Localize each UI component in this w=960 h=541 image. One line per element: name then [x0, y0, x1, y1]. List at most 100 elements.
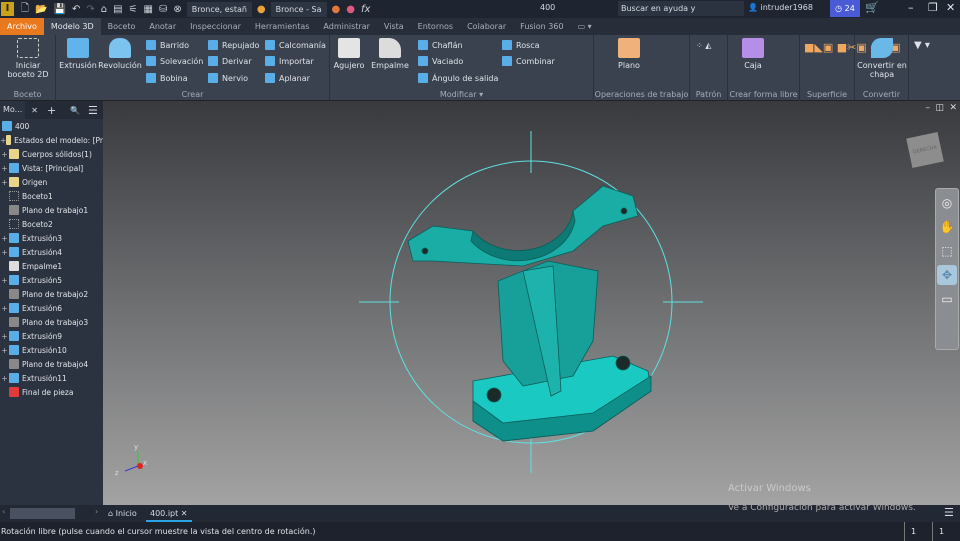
fx-button[interactable]: fx — [361, 4, 370, 15]
pattern-icons[interactable]: ⁘ ◭ — [696, 41, 711, 50]
draft-button[interactable]: Ángulo de salida — [418, 73, 498, 83]
shell-button[interactable]: Vaciado — [418, 56, 463, 66]
tree-item[interactable]: + Cuerpos sólidos(1) — [0, 147, 103, 161]
tree-item[interactable]: Plano de trabajo1 — [0, 203, 103, 217]
tab-home[interactable]: ⌂ Inicio — [108, 509, 137, 518]
convert-sheet-metal-button[interactable]: Convertir en chapa — [855, 38, 909, 79]
tab-modelo-3d[interactable]: Modelo 3D — [43, 18, 101, 35]
tree-item[interactable]: + Estados del modelo: [Pr — [0, 133, 103, 147]
measure-icon[interactable]: ⚟ — [129, 4, 138, 15]
fillet-button[interactable]: Empalme — [370, 38, 410, 70]
close-browser-icon[interactable]: ✕ — [31, 106, 38, 115]
box-button[interactable]: Caja — [738, 38, 768, 70]
expand-icon[interactable]: + — [0, 276, 9, 285]
tab-entornos[interactable]: Entornos — [411, 18, 460, 35]
open-icon[interactable]: 📂 — [35, 4, 47, 15]
tab-administrar[interactable]: Administrar — [316, 18, 377, 35]
unwrap-button[interactable]: Aplanar — [265, 73, 310, 83]
expand-icon[interactable]: + — [0, 234, 9, 243]
expand-icon[interactable]: + — [0, 178, 9, 187]
emboss-button[interactable]: Repujado — [208, 40, 259, 50]
tree-item[interactable]: Boceto1 — [0, 189, 103, 203]
tab-vista[interactable]: Vista — [377, 18, 411, 35]
tree-item[interactable]: Boceto2 — [0, 217, 103, 231]
tree-item[interactable]: + Extrusión9 — [0, 329, 103, 343]
close-tab-icon[interactable]: ✕ — [181, 509, 188, 518]
tab-inspeccionar[interactable]: Inspeccionar — [183, 18, 248, 35]
material-ball-icon[interactable]: ⊗ — [173, 4, 181, 15]
redo-icon[interactable]: ↷ — [86, 4, 94, 15]
hole-button[interactable]: Agujero — [332, 38, 366, 70]
save-icon[interactable]: 💾 — [54, 4, 66, 15]
tree-item[interactable]: + Extrusión3 — [0, 231, 103, 245]
help-search-input[interactable]: Buscar en ayuda y comandos... — [618, 1, 744, 28]
app-logo[interactable]: I — [1, 2, 14, 16]
tab-herramientas[interactable]: Herramientas — [248, 18, 317, 35]
revolve-button[interactable]: Revolución — [98, 38, 142, 70]
tab-anotar[interactable]: Anotar — [142, 18, 183, 35]
minimize-button[interactable]: – — [908, 1, 914, 14]
restore-button[interactable]: ❐ — [928, 1, 938, 14]
tree-item[interactable]: Plano de trabajo2 — [0, 287, 103, 301]
select-icon[interactable]: ▦ — [144, 4, 153, 15]
scroll-left-icon[interactable]: ‹ — [2, 507, 5, 516]
combine-button[interactable]: Combinar — [502, 56, 555, 66]
tree-item[interactable]: Plano de trabajo3 — [0, 315, 103, 329]
update-icon[interactable]: ▤ — [113, 4, 122, 15]
home-icon[interactable]: ⌂ — [101, 4, 107, 15]
expand-icon[interactable]: + — [0, 374, 9, 383]
extrude-button[interactable]: Extrusión — [59, 38, 97, 70]
expand-icon[interactable]: + — [0, 248, 9, 257]
expand-icon[interactable]: + — [0, 164, 9, 173]
undo-icon[interactable]: ↶ — [72, 4, 80, 15]
menu-icon[interactable]: ☰ — [88, 104, 98, 117]
tree-root[interactable]: 400 — [0, 119, 103, 133]
tab-document[interactable]: 400.ipt ✕ — [146, 505, 192, 522]
close-button[interactable]: ✕ — [946, 1, 955, 14]
start-sketch-button[interactable]: Iniciar boceto 2D — [6, 38, 50, 79]
expand-icon[interactable]: + — [0, 150, 9, 159]
decal-button[interactable]: Calcomanía — [265, 40, 326, 50]
sweep-button[interactable]: Barrido — [146, 40, 189, 50]
tab-overflow-icon[interactable]: ▭ ▾ — [571, 18, 599, 35]
scroll-right-icon[interactable]: › — [95, 507, 98, 516]
adjust-appearance-icon[interactable]: ● — [332, 4, 341, 15]
panel-label[interactable]: Modificar ▾ — [330, 90, 593, 99]
expand-icon[interactable]: + — [0, 304, 9, 313]
parameters-icon[interactable]: ⛁ — [159, 4, 167, 15]
search-icon[interactable]: 🔍 — [70, 106, 80, 115]
tab-fusion-360[interactable]: Fusion 360 — [513, 18, 570, 35]
new-file-icon[interactable]: 🗋 — [21, 1, 29, 18]
browser-scrollbar[interactable] — [10, 508, 75, 519]
appearance-dropdown[interactable]: Bronce - Sa — [270, 1, 327, 17]
thread-button[interactable]: Rosca — [502, 40, 540, 50]
derive-button[interactable]: Derivar — [208, 56, 252, 66]
cart-icon[interactable]: 🛒 — [865, 1, 879, 14]
tabs-menu-icon[interactable]: ☰ — [944, 506, 954, 519]
tree-item[interactable]: Plano de trabajo4 — [0, 357, 103, 371]
loft-button[interactable]: Solevación — [146, 56, 203, 66]
3d-viewport[interactable]: – ◫ ✕ DERECHA ◎ ✋ ⬚ ✥ ▭ y z x Activar Wi… — [103, 101, 960, 505]
tree-item[interactable]: + Extrusión5 — [0, 273, 103, 287]
tree-item[interactable]: + Extrusión11 — [0, 371, 103, 385]
coil-button[interactable]: Bobina — [146, 73, 188, 83]
ribbon-options-icon[interactable]: ▼ ▾ — [914, 40, 930, 51]
chamfer-button[interactable]: Chaflán — [418, 40, 463, 50]
tree-item[interactable]: + Extrusión10 — [0, 343, 103, 357]
tree-item[interactable]: Final de pieza — [0, 385, 103, 399]
clear-appearance-icon[interactable]: ● — [346, 4, 355, 15]
browser-tab-model[interactable]: Mo... — [0, 101, 26, 119]
import-button[interactable]: Importar — [265, 56, 314, 66]
expand-icon[interactable]: + — [0, 332, 9, 341]
tab-colaborar[interactable]: Colaborar — [460, 18, 513, 35]
expand-icon[interactable]: + — [0, 346, 9, 355]
rib-button[interactable]: Nervio — [208, 73, 248, 83]
add-tab-icon[interactable]: + — [47, 104, 56, 117]
tree-item[interactable]: + Origen — [0, 175, 103, 189]
surface-tools-icons[interactable]: ■◣▣ ■✂▣ ◕▣▣ — [804, 40, 901, 55]
tree-item[interactable]: + Extrusión6 — [0, 301, 103, 315]
plane-button[interactable]: Plano — [612, 38, 646, 70]
material-dropdown[interactable]: Bronce, estañ — [186, 1, 252, 17]
tree-item[interactable]: Empalme1 — [0, 259, 103, 273]
user-account[interactable]: 👤 intruder1968 — [748, 3, 813, 12]
